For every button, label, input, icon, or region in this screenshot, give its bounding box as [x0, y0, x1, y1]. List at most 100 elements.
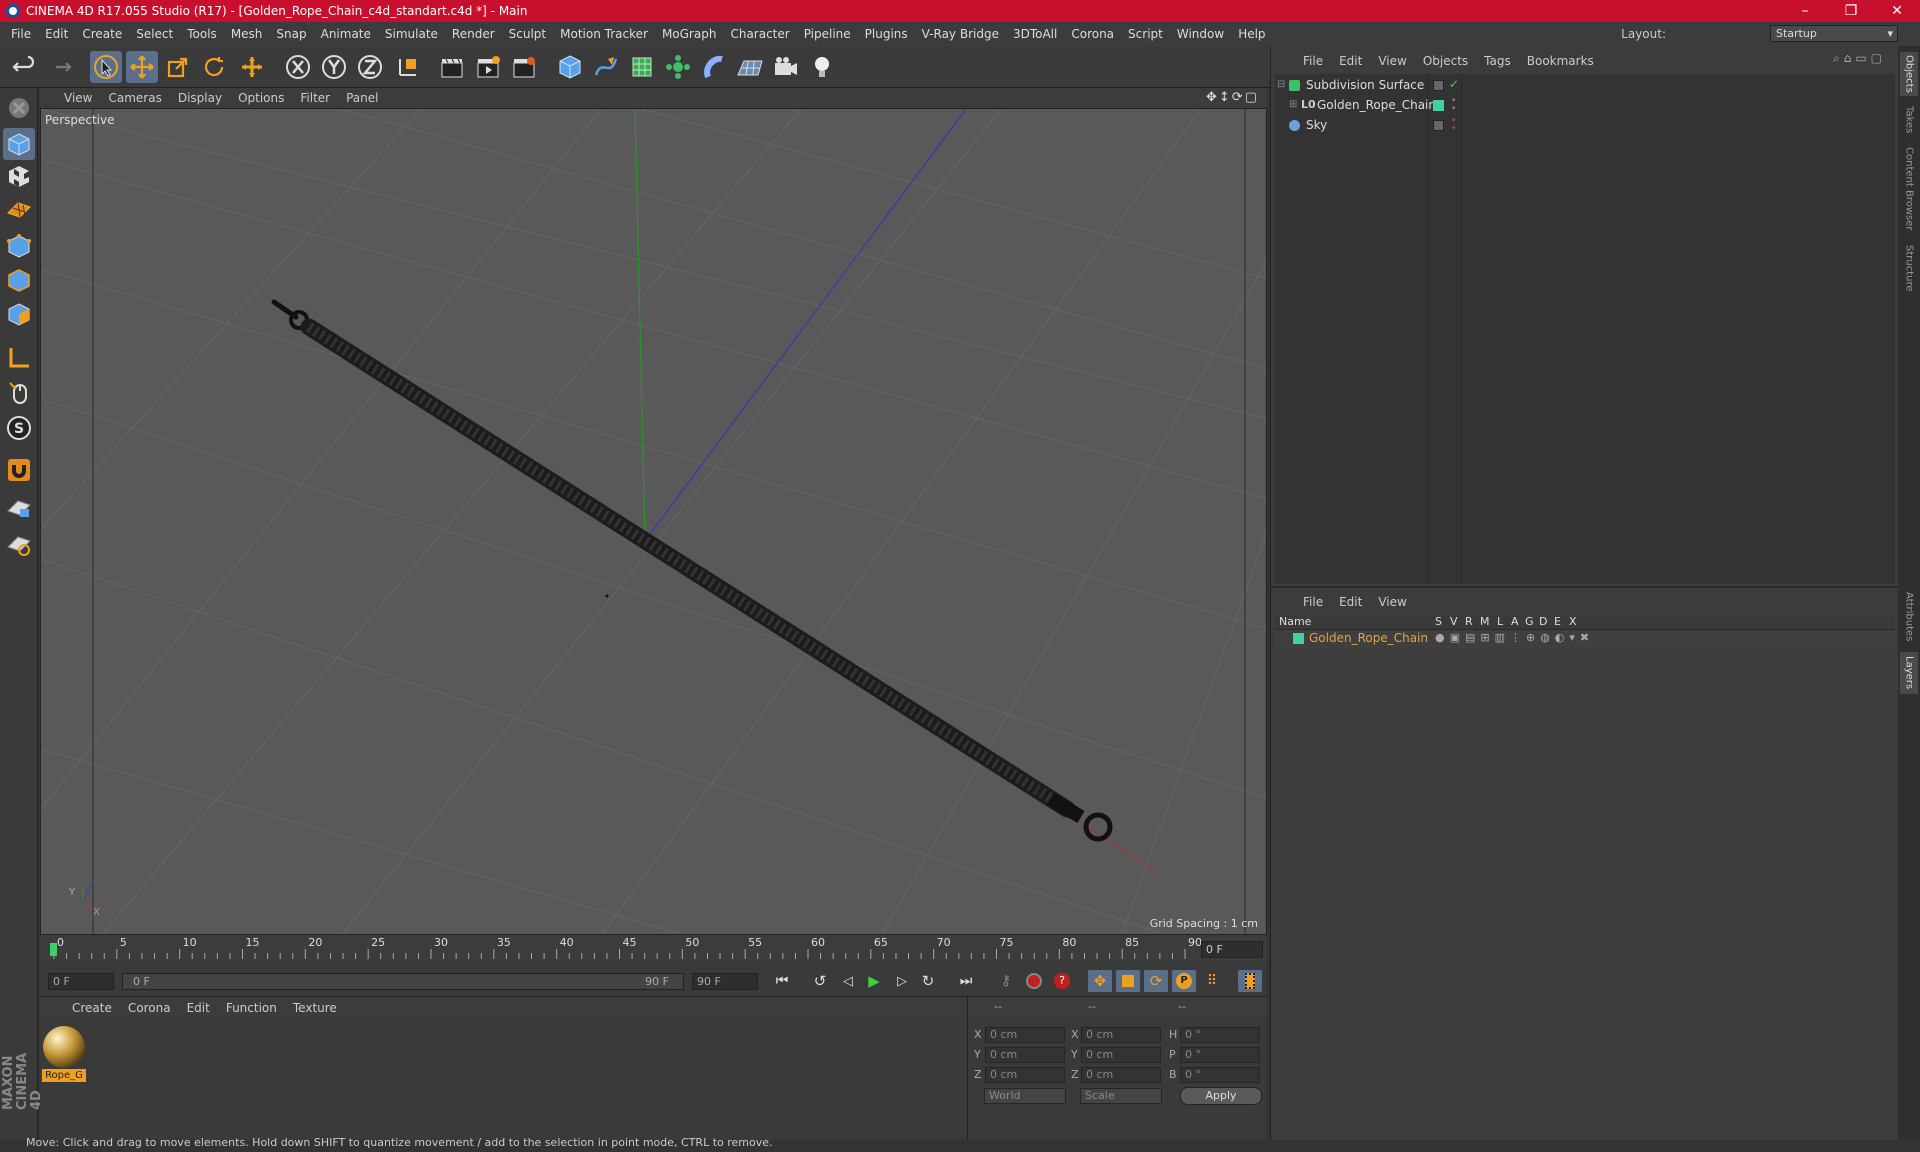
add-light-button[interactable] — [806, 51, 838, 83]
menu-motion-tracker[interactable]: Motion Tracker — [553, 27, 655, 41]
viewport-menu-view[interactable]: View — [56, 91, 100, 105]
add-nurbs-button[interactable] — [626, 51, 658, 83]
viewport-nav-icons[interactable]: ✥↕⟳▢ — [1206, 90, 1259, 105]
apply-button[interactable]: Apply — [1180, 1087, 1262, 1105]
prev-frame-button[interactable]: ◁ — [836, 970, 860, 992]
menu-window[interactable]: Window — [1170, 27, 1231, 41]
snap-enable-button[interactable]: S — [3, 412, 35, 444]
locked-workplane-button[interactable] — [3, 492, 35, 524]
column-solo[interactable]: S — [1435, 615, 1442, 628]
layer-toggle-icons[interactable]: ●▣▤⊞▥⋮⊕◍◐▾✖ — [1435, 631, 1594, 644]
start-frame-field[interactable]: 0 F — [48, 973, 114, 990]
collapse-toggle-icon[interactable]: ⊟ — [1277, 79, 1285, 90]
tab-attributes[interactable]: Attributes — [1900, 586, 1918, 648]
layer-color-swatch[interactable] — [1293, 633, 1304, 644]
layer-color-tag[interactable] — [1433, 100, 1444, 111]
expand-toggle-icon[interactable]: ⊞ — [1289, 99, 1297, 110]
position-y-field[interactable]: 0 cm — [985, 1047, 1065, 1063]
points-mode-button[interactable] — [3, 230, 35, 262]
column-view[interactable]: V — [1450, 615, 1458, 628]
object-menu-objects[interactable]: Objects — [1415, 54, 1476, 68]
material-menu-corona[interactable]: Corona — [120, 1001, 179, 1015]
add-deformer-button[interactable] — [698, 51, 730, 83]
layer-tag-icon[interactable] — [1433, 120, 1444, 131]
viewport-menu-options[interactable]: Options — [230, 91, 292, 105]
perspective-viewport[interactable]: Y X Perspective Grid Spacing : 1 cm — [40, 108, 1267, 935]
menu-mesh[interactable]: Mesh — [224, 27, 270, 41]
scale-tool-button[interactable] — [162, 51, 194, 83]
next-key-button[interactable]: ↻ — [916, 970, 940, 992]
render-settings-button[interactable] — [508, 51, 540, 83]
next-frame-button[interactable]: ▷ — [890, 970, 914, 992]
viewport-menu-display[interactable]: Display — [170, 91, 230, 105]
add-spline-button[interactable] — [590, 51, 622, 83]
golden-rope-chain-model[interactable] — [271, 299, 1113, 842]
maximize-button[interactable]: ❐ — [1828, 0, 1874, 22]
tweak-mode-button[interactable] — [3, 376, 35, 408]
timeline-ruler[interactable]: 0 5 10 15 20 25 30 35 40 45 50 55 60 65 70 75 80 85 90 0 F — [40, 935, 1267, 965]
make-editable-button[interactable] — [3, 92, 35, 124]
menu-mograph[interactable]: MoGraph — [655, 27, 724, 41]
key-rotation-button[interactable]: ⟳ — [1144, 970, 1168, 992]
model-mode-button[interactable] — [3, 128, 35, 160]
tab-content-browser[interactable]: Content Browser — [1900, 144, 1918, 234]
menu-vray-bridge[interactable]: V-Ray Bridge — [915, 27, 1006, 41]
size-x-field[interactable]: 0 cm — [1081, 1027, 1161, 1043]
visibility-dots-icon[interactable]: • • — [1451, 97, 1456, 114]
workplane-button[interactable] — [3, 192, 35, 224]
rotation-p-field[interactable]: 0 ° — [1180, 1047, 1260, 1063]
menu-tools[interactable]: Tools — [180, 27, 224, 41]
layer-row[interactable]: Golden_Rope_Chain ●▣▤⊞▥⋮⊕◍◐▾✖ — [1275, 630, 1895, 648]
magnet-button[interactable] — [3, 454, 35, 486]
minimize-button[interactable]: – — [1782, 0, 1828, 22]
tab-takes[interactable]: Takes — [1900, 102, 1918, 138]
tab-objects[interactable]: Objects — [1900, 52, 1918, 96]
column-name[interactable]: Name — [1279, 615, 1311, 628]
layer-menu-view[interactable]: View — [1370, 595, 1414, 609]
rotate-tool-button[interactable] — [198, 51, 230, 83]
menu-file[interactable]: File — [4, 27, 38, 41]
menu-simulate[interactable]: Simulate — [378, 27, 445, 41]
menu-3dtoall[interactable]: 3DToAll — [1006, 27, 1064, 41]
menu-plugins[interactable]: Plugins — [858, 27, 915, 41]
key-pla-button[interactable]: ⠿ — [1200, 970, 1224, 992]
column-deformers[interactable]: D — [1539, 615, 1547, 628]
object-menu-file[interactable]: File — [1295, 54, 1331, 68]
autokey-button[interactable]: ? — [1050, 970, 1074, 992]
menu-animate[interactable]: Animate — [314, 27, 378, 41]
recent-tool-button[interactable] — [236, 51, 268, 83]
layer-name[interactable]: Golden_Rope_Chain — [1309, 631, 1428, 645]
current-frame-field[interactable]: 0 F — [1201, 941, 1263, 958]
menu-render[interactable]: Render — [445, 27, 502, 41]
menu-create[interactable]: Create — [75, 27, 129, 41]
undo-button[interactable] — [8, 51, 40, 83]
material-menu-texture[interactable]: Texture — [285, 1001, 345, 1015]
menu-pipeline[interactable]: Pipeline — [797, 27, 858, 41]
polygons-mode-button[interactable] — [3, 298, 35, 330]
texture-mode-button[interactable] — [3, 160, 35, 192]
menu-corona[interactable]: Corona — [1064, 27, 1121, 41]
x-axis-lock-button[interactable] — [282, 51, 314, 83]
position-x-field[interactable]: 0 cm — [985, 1027, 1065, 1043]
rotation-h-field[interactable]: 0 ° — [1180, 1027, 1260, 1043]
column-xref[interactable]: X — [1569, 615, 1577, 628]
material-swatch[interactable]: Rope_G — [42, 1025, 86, 1082]
frame-range-slider[interactable]: 0 F 90 F — [122, 973, 684, 990]
object-menu-bookmarks[interactable]: Bookmarks — [1519, 54, 1602, 68]
add-camera-button[interactable] — [770, 51, 802, 83]
menu-snap[interactable]: Snap — [269, 27, 313, 41]
live-selection-button[interactable] — [90, 51, 122, 83]
prev-key-button[interactable]: ↺ — [808, 970, 832, 992]
column-animation[interactable]: A — [1511, 615, 1519, 628]
tab-layers[interactable]: Layers — [1900, 652, 1918, 694]
move-tool-button[interactable] — [126, 51, 158, 83]
y-axis-lock-button[interactable] — [318, 51, 350, 83]
key-position-button[interactable]: ✥ — [1088, 970, 1112, 992]
object-menu-tags[interactable]: Tags — [1476, 54, 1519, 68]
render-to-picture-viewer-button[interactable] — [472, 51, 504, 83]
viewport-menu-panel[interactable]: Panel — [338, 91, 386, 105]
material-menu-create[interactable]: Create — [64, 1001, 120, 1015]
goto-start-button[interactable]: ⏮ — [770, 970, 794, 992]
redo-button[interactable] — [44, 51, 76, 83]
layer-tag-icon[interactable] — [1433, 80, 1444, 91]
